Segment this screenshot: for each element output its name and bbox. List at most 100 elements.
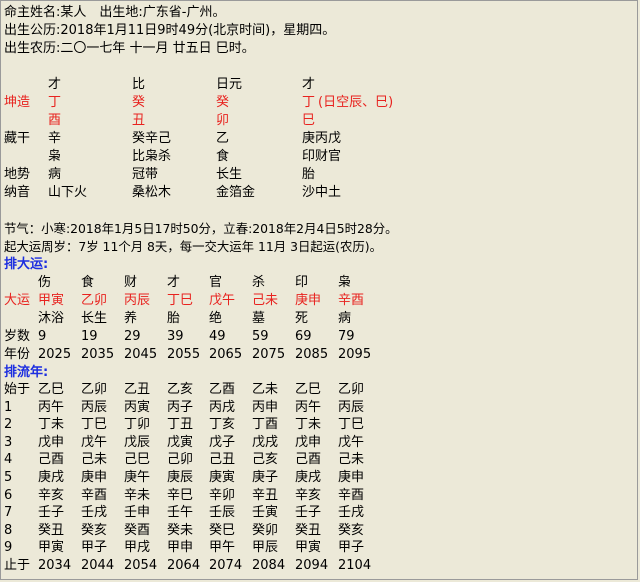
dayun-age: 69 (295, 329, 312, 344)
liunian-cell: 2044 (81, 558, 115, 573)
terrain-day: 长生 (216, 167, 243, 182)
liunian-cell: 己巳 (124, 452, 151, 468)
liunian-cell: 辛丑 (252, 487, 279, 503)
liunian-cell: 癸丑 (295, 522, 322, 538)
liunian-cell: 丁巳 (81, 417, 108, 433)
liunian-row-label: 止于 (4, 558, 31, 573)
god-day: 日元 (216, 77, 243, 92)
branch-day: 卯 (216, 113, 230, 128)
dayun-year: 2095 (338, 347, 372, 362)
liunian-cell: 丁亥 (209, 417, 236, 433)
liunian-cell: 庚辰 (167, 470, 194, 485)
liunian-row-label: 1 (4, 399, 13, 415)
liunian-cell: 壬子 (295, 505, 322, 521)
terrain-label: 地势 (4, 167, 31, 182)
dayun-terrain: 胎 (167, 311, 181, 326)
hidden-god-year: 枭 (48, 149, 62, 164)
liunian-row-label: 8 (4, 522, 13, 538)
liunian-cell: 癸卯 (252, 522, 279, 538)
dayun-age: 79 (338, 329, 355, 344)
dayun-pillar: 己未 (252, 293, 279, 308)
dayun-pillar: 乙卯 (81, 293, 108, 308)
terrain-month: 冠带 (132, 167, 159, 182)
liunian-row-label: 3 (4, 434, 13, 450)
nayin-day: 金箔金 (216, 185, 256, 200)
liunian-cell: 丁丑 (167, 417, 194, 433)
liunian-row-label: 2 (4, 417, 13, 433)
liunian-cell: 甲寅 (295, 540, 322, 556)
liunian-cell: 己酉 (38, 452, 65, 468)
liunian-cell: 丙辰 (81, 399, 108, 415)
liunian-cell: 甲寅 (38, 540, 65, 556)
liunian-cell: 辛巳 (167, 487, 194, 503)
liunian-cell: 戊申 (295, 434, 322, 450)
dayun-god: 才 (167, 275, 181, 290)
liunian-cell: 庚戌 (295, 470, 322, 485)
god-year: 才 (48, 77, 62, 92)
dayun-terrain: 死 (295, 311, 309, 326)
terrain-year: 病 (48, 167, 62, 182)
dayun-age-label: 岁数 (4, 329, 31, 344)
liunian-cell: 丁未 (38, 417, 65, 433)
liunian-cell: 己酉 (295, 452, 322, 468)
liunian-cell: 戊戌 (252, 434, 279, 450)
liunian-row-label: 6 (4, 487, 13, 503)
liunian-cell: 己亥 (252, 452, 279, 468)
liunian-cell: 戊子 (209, 434, 236, 450)
liunian-cell: 丁未 (295, 417, 322, 433)
liunian-cell: 癸巳 (209, 522, 236, 538)
liunian-cell: 乙卯 (338, 382, 365, 397)
liunian-cell: 庚申 (81, 470, 108, 485)
dayun-year: 2045 (124, 347, 158, 362)
dayun-age: 29 (124, 329, 141, 344)
liunian-row-label: 始于 (4, 382, 31, 397)
dayun-year: 2025 (38, 347, 72, 362)
void-note: (日空辰、巳) (318, 95, 394, 110)
liunian-cell: 乙卯 (81, 382, 108, 397)
dayun-age: 39 (167, 329, 184, 344)
liunian-cell: 2074 (209, 558, 243, 573)
liunian-cell: 辛卯 (209, 487, 236, 503)
liunian-cell: 庚戌 (38, 470, 65, 485)
dayun-terrain: 养 (124, 311, 138, 326)
dayun-year: 2065 (209, 347, 243, 362)
nayin-hour: 沙中土 (302, 185, 342, 200)
branch-hour: 巳 (302, 113, 316, 128)
dayun-pillar: 丙辰 (124, 293, 151, 308)
liunian-row-label: 5 (4, 470, 13, 485)
dayun-pillar: 戊午 (209, 293, 236, 308)
dayun-year: 2055 (167, 347, 201, 362)
dayun-terrain: 长生 (81, 311, 108, 326)
liunian-cell: 己卯 (167, 452, 194, 468)
liunian-cell: 辛未 (124, 487, 151, 503)
branch-year: 酉 (48, 113, 62, 128)
liunian-heading: 排流年: (4, 365, 49, 380)
liunian-cell: 庚寅 (209, 470, 236, 485)
hidden-label: 藏干 (4, 131, 31, 146)
hidden-god-day: 食 (216, 149, 230, 164)
liunian-cell: 甲戌 (124, 540, 151, 556)
qiyun-line: 起大运周岁：7岁 11个月 8天，每一交大运年 11月 3日起运(农历)。 (4, 239, 382, 254)
liunian-cell: 乙酉 (209, 382, 236, 397)
liunian-cell: 壬午 (167, 505, 194, 521)
liunian-cell: 丁卯 (124, 417, 151, 433)
hidden-month: 癸辛己 (132, 131, 172, 146)
liunian-cell: 己未 (338, 452, 365, 468)
liunian-cell: 丙午 (38, 399, 65, 415)
dayun-god: 枭 (338, 275, 352, 290)
liunian-cell: 辛亥 (295, 487, 322, 503)
liunian-cell: 甲午 (209, 540, 236, 556)
dayun-terrain: 病 (338, 311, 352, 326)
hidden-hour: 庚丙戊 (302, 131, 342, 146)
dayun-year-label: 年份 (4, 347, 31, 362)
dayun-terrain: 绝 (209, 311, 223, 326)
dayun-god: 杀 (252, 275, 266, 290)
liunian-cell: 丙申 (252, 399, 279, 415)
dayun-age: 49 (209, 329, 226, 344)
lunar-birth-line: 出生农历:二〇一七年 十一月 廿五日 巳时。 (4, 41, 255, 56)
stem-month: 癸 (132, 95, 146, 110)
liunian-cell: 戊午 (81, 434, 108, 450)
liunian-row-label: 4 (4, 452, 13, 468)
hidden-god-hour: 印财官 (302, 149, 342, 164)
dayun-god: 官 (209, 275, 223, 290)
